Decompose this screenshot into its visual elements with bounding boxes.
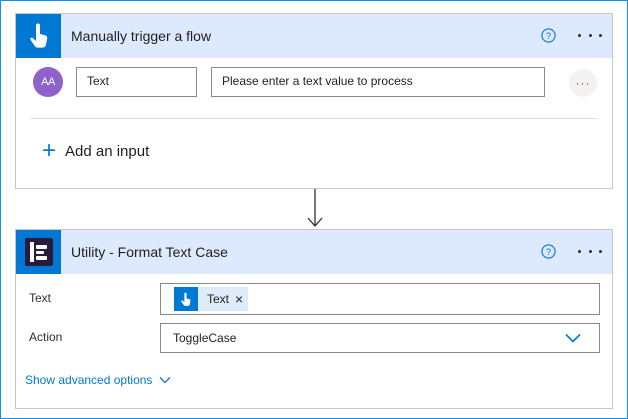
dynamic-content-token[interactable]: Text × — [174, 287, 249, 311]
plus-icon: + — [42, 137, 57, 164]
action-select[interactable]: ToggleCase — [160, 323, 600, 353]
token-label: Text — [207, 292, 230, 306]
utility-card-header[interactable]: Utility - Format Text Case ? — [16, 230, 612, 274]
action-label: Action — [29, 330, 63, 344]
utility-icon — [16, 230, 61, 274]
text-field[interactable]: Text × — [160, 283, 600, 315]
input-name-field[interactable]: Text — [76, 67, 197, 97]
arrow-down-icon — [307, 189, 323, 227]
add-input-button[interactable]: + Add an input — [42, 137, 150, 164]
chevron-down-icon[interactable] — [565, 333, 581, 343]
more-icon[interactable] — [578, 27, 602, 43]
advanced-options-label: Show advanced options — [25, 373, 153, 387]
utility-card: Utility - Format Text Case ? Text Text ×… — [15, 229, 613, 409]
chevron-down-icon — [159, 377, 171, 384]
svg-text:?: ? — [546, 31, 551, 41]
show-advanced-options-link[interactable]: Show advanced options — [25, 373, 171, 387]
input-description-field[interactable]: Please enter a text value to process — [211, 67, 545, 97]
hand-pointer-icon — [16, 14, 61, 58]
help-icon[interactable]: ? — [541, 28, 556, 43]
trigger-card-header[interactable]: Manually trigger a flow ? — [16, 14, 612, 58]
help-icon[interactable]: ? — [541, 244, 556, 259]
token-remove-button[interactable]: × — [235, 292, 243, 306]
canvas-frame: Manually trigger a flow ? AA Text Please… — [0, 0, 628, 419]
svg-text:?: ? — [546, 247, 551, 257]
avatar: AA — [33, 67, 63, 97]
input-menu-button[interactable]: ··· — [569, 69, 597, 97]
more-icon[interactable] — [578, 243, 602, 259]
hand-pointer-icon — [174, 287, 198, 311]
utility-title: Utility - Format Text Case — [71, 244, 228, 260]
text-label: Text — [29, 291, 52, 305]
add-input-label: Add an input — [65, 142, 150, 160]
trigger-title: Manually trigger a flow — [71, 28, 212, 44]
trigger-card: Manually trigger a flow ? AA Text Please… — [15, 13, 613, 189]
divider — [30, 118, 598, 119]
action-select-value: ToggleCase — [173, 331, 237, 345]
